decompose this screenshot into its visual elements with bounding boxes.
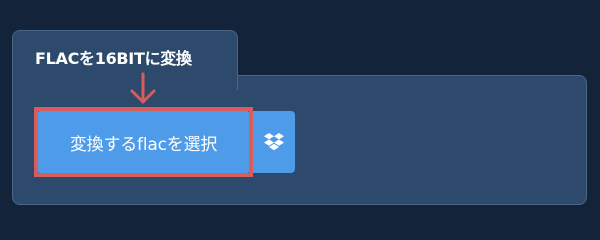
converter-tab: FLACを16BITに変換 [12, 30, 238, 90]
converter-stage: FLACを16BITに変換 変換するflacを選択 [0, 0, 600, 230]
tab-title: FLACを16BITに変換 [35, 49, 192, 68]
dropbox-button[interactable] [253, 111, 295, 173]
select-flac-button[interactable]: 変換するflacを選択 [38, 111, 249, 173]
down-arrow-icon [130, 72, 156, 104]
dropbox-icon [264, 133, 284, 151]
select-flac-button-label: 変換するflacを選択 [69, 134, 218, 155]
tab-panel-seam [13, 74, 237, 78]
